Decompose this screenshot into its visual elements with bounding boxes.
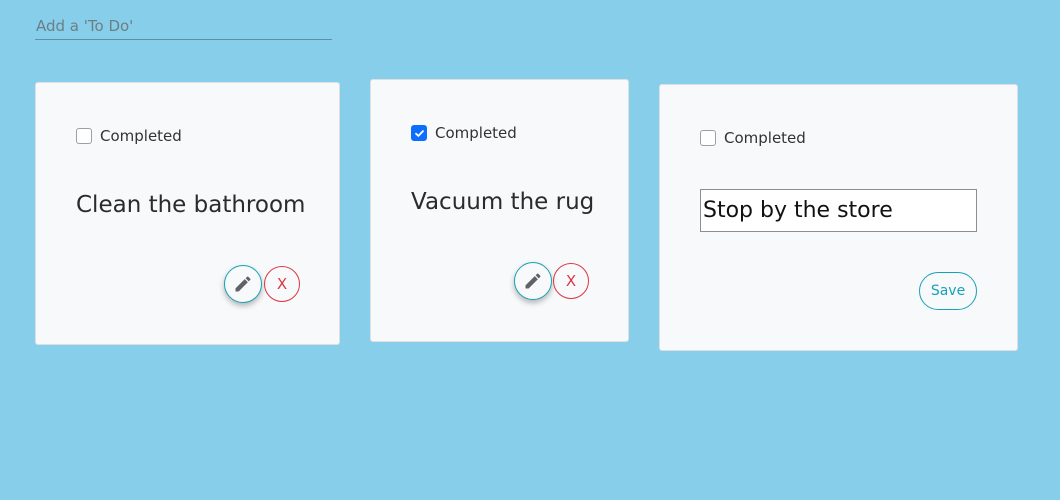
completed-checkbox-row[interactable]: Completed <box>76 126 182 146</box>
todo-card-editing: Completed Save <box>659 84 1018 351</box>
todo-text: Clean the bathroom <box>76 192 306 218</box>
edit-button[interactable] <box>224 265 262 303</box>
completed-label: Completed <box>435 124 517 142</box>
add-todo-input[interactable] <box>35 12 332 40</box>
save-button[interactable]: Save <box>919 272 977 310</box>
completed-checkbox[interactable] <box>411 125 427 141</box>
delete-button[interactable]: X <box>553 263 589 299</box>
completed-label: Completed <box>100 127 182 145</box>
completed-checkbox-row[interactable]: Completed <box>411 123 517 143</box>
completed-checkbox[interactable] <box>76 128 92 144</box>
todo-text: Vacuum the rug <box>411 189 595 215</box>
pencil-icon <box>525 273 541 289</box>
pencil-icon <box>235 276 251 292</box>
completed-checkbox-row[interactable]: Completed <box>700 128 806 148</box>
todo-card: Completed Vacuum the rug X <box>370 79 629 342</box>
delete-button[interactable]: X <box>264 266 300 302</box>
completed-label: Completed <box>724 129 806 147</box>
completed-checkbox[interactable] <box>700 130 716 146</box>
todo-edit-input[interactable] <box>700 189 977 232</box>
todo-card: Completed Clean the bathroom X <box>35 82 340 345</box>
edit-button[interactable] <box>514 262 552 300</box>
checkmark-icon <box>414 129 424 137</box>
